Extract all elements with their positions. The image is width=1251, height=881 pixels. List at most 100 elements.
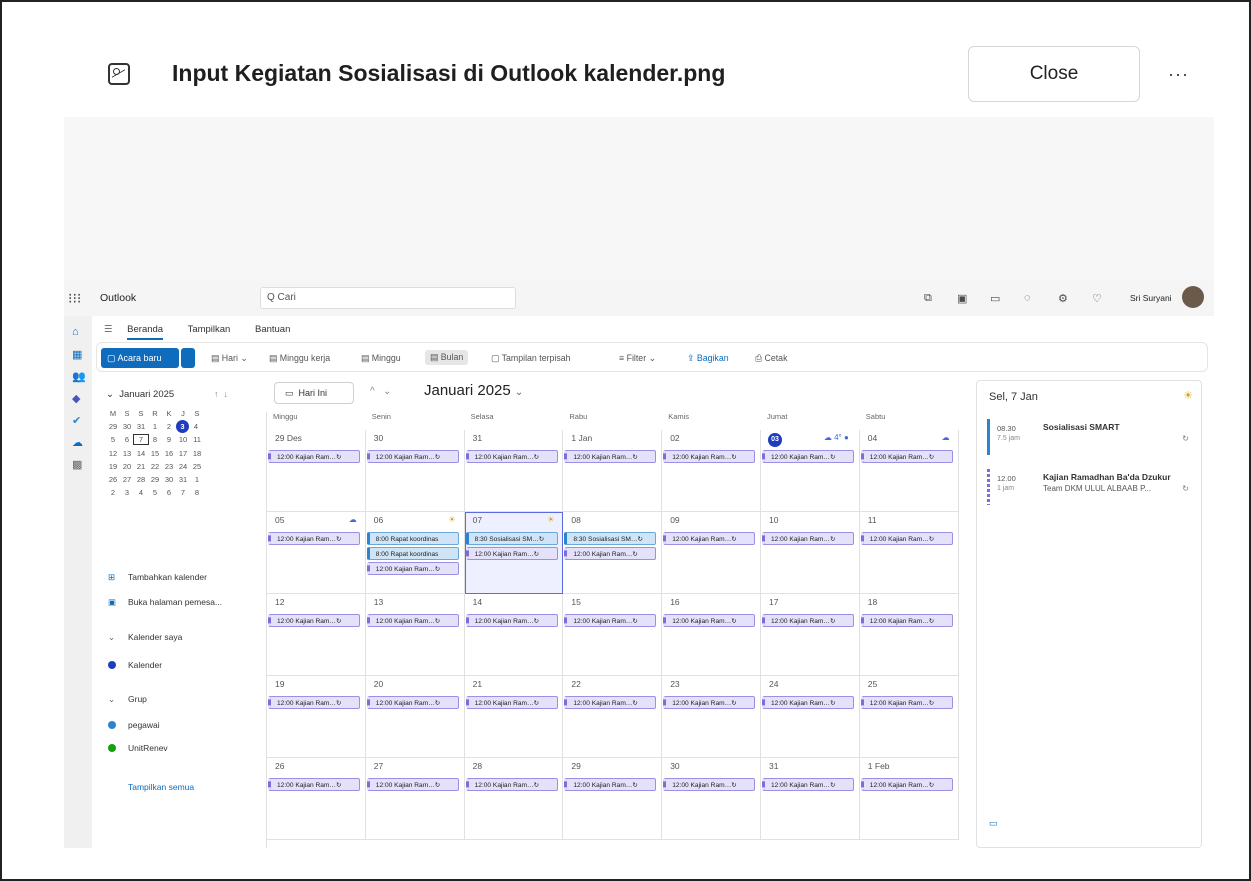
mini-calendar-day[interactable]: 18 bbox=[190, 449, 204, 458]
day-cell[interactable]: 15 12:00 Kajian Ram…↻ bbox=[563, 594, 663, 676]
mini-calendar-day[interactable]: 29 bbox=[106, 422, 120, 431]
calendar-event[interactable]: 12:00 Kajian Ram…↻ bbox=[366, 696, 459, 709]
calendar-item-kalender[interactable]: Kalender bbox=[108, 660, 162, 670]
calendar-event[interactable]: 12:00 Kajian Ram…↻ bbox=[663, 614, 756, 627]
calendar-icon[interactable]: ▦ bbox=[72, 348, 82, 361]
day-cell[interactable]: 03 ☁ 4° ● 12:00 Kajian Ram…↻ bbox=[761, 430, 860, 512]
workweek-view-button[interactable]: ▤ Minggu kerja bbox=[269, 353, 330, 364]
day-cell[interactable]: 09 12:00 Kajian Ram…↻ bbox=[662, 512, 761, 594]
menu-icon[interactable]: ☰ bbox=[104, 324, 113, 335]
mini-calendar-day[interactable]: 13 bbox=[120, 449, 134, 458]
calendar-event[interactable]: 8:30 Sosialisasi SM…↻ bbox=[465, 532, 558, 545]
calendar-event[interactable]: 12:00 Kajian Ram…↻ bbox=[465, 696, 558, 709]
calendar-event[interactable]: 12:00 Kajian Ram…↻ bbox=[465, 778, 558, 791]
mini-calendar-day[interactable]: 28 bbox=[134, 475, 148, 484]
day-cell[interactable]: 18 12:00 Kajian Ram…↻ bbox=[859, 594, 959, 676]
mini-calendar-day[interactable]: 30 bbox=[162, 475, 176, 484]
calendar-event[interactable]: 12:00 Kajian Ram…↻ bbox=[268, 450, 360, 463]
day-cell[interactable]: 23 12:00 Kajian Ram…↻ bbox=[662, 676, 761, 758]
day-cell[interactable]: 20 12:00 Kajian Ram…↻ bbox=[365, 676, 465, 758]
calendar-event[interactable]: 12:00 Kajian Ram…↻ bbox=[762, 614, 854, 627]
share-button[interactable]: ⇪ Bagikan bbox=[687, 353, 729, 364]
mini-calendar-day[interactable]: 5 bbox=[148, 488, 162, 497]
calendar-event[interactable]: 12:00 Kajian Ram…↻ bbox=[762, 696, 854, 709]
calendar-event[interactable]: 12:00 Kajian Ram…↻ bbox=[465, 450, 558, 463]
mini-calendar-day[interactable]: 24 bbox=[176, 462, 190, 471]
day-cell[interactable]: 14 12:00 Kajian Ram…↻ bbox=[464, 594, 564, 676]
filter-button[interactable]: ≡ Filter ⌄ bbox=[619, 353, 656, 364]
calendar-event[interactable]: 12:00 Kajian Ram…↻ bbox=[663, 532, 756, 545]
day-cell[interactable]: 17 12:00 Kajian Ram…↻ bbox=[761, 594, 860, 676]
day-cell[interactable]: 05 ☁ 12:00 Kajian Ram…↻ bbox=[267, 512, 366, 594]
print-button[interactable]: ⎙ Cetak bbox=[755, 353, 787, 364]
mini-calendar-day[interactable]: 2 bbox=[106, 488, 120, 497]
calendar-event[interactable]: 8:00 Rapat koordinas bbox=[366, 532, 459, 545]
tab-tampilkan[interactable]: Tampilkan bbox=[188, 324, 231, 335]
settings-icon[interactable]: ⚙ bbox=[1058, 292, 1068, 305]
day-view-button[interactable]: ▤ Hari ⌄ bbox=[211, 353, 248, 364]
mini-calendar-day[interactable]: 26 bbox=[106, 475, 120, 484]
mini-calendar-day[interactable]: 15 bbox=[148, 449, 162, 458]
day-cell[interactable]: 06 ☀ 8:00 Rapat koordinas 8:00 Rapat koordi… bbox=[365, 512, 465, 594]
mini-calendar-day[interactable]: 21 bbox=[134, 462, 148, 471]
people-icon[interactable]: 👥 bbox=[72, 370, 86, 383]
calendar-event[interactable]: 12:00 Kajian Ram…↻ bbox=[860, 532, 953, 545]
calendar-event[interactable]: 12:00 Kajian Ram…↻ bbox=[663, 696, 756, 709]
mini-calendar-day[interactable]: 3 bbox=[120, 488, 134, 497]
calendar-event[interactable]: 12:00 Kajian Ram…↻ bbox=[860, 614, 953, 627]
day-cell[interactable]: 25 12:00 Kajian Ram…↻ bbox=[859, 676, 959, 758]
calendar-event[interactable]: 8:30 Sosialisasi SM…↻ bbox=[564, 532, 657, 545]
search-input[interactable]: Q Cari bbox=[260, 287, 516, 309]
day-cell[interactable]: 04 ☁ 12:00 Kajian Ram…↻ bbox=[859, 430, 959, 512]
day-cell[interactable]: 16 12:00 Kajian Ram…↻ bbox=[662, 594, 761, 676]
mini-calendar-day[interactable]: 2 bbox=[162, 422, 176, 431]
group-header[interactable]: ⌄ Grup bbox=[108, 694, 147, 705]
mini-calendar-day[interactable]: 20 bbox=[120, 462, 134, 471]
calendar-event[interactable]: 12:00 Kajian Ram…↻ bbox=[762, 532, 854, 545]
more-options-icon[interactable]: ··· bbox=[1168, 64, 1189, 85]
calendar-event[interactable]: 12:00 Kajian Ram…↻ bbox=[366, 778, 459, 791]
calendar-event[interactable]: 12:00 Kajian Ram…↻ bbox=[762, 778, 854, 791]
onedrive-icon[interactable]: ☁ bbox=[72, 436, 83, 449]
mini-calendar-day[interactable]: 6 bbox=[120, 435, 134, 444]
my-day-icon[interactable]: ▭ bbox=[990, 292, 1000, 305]
mini-calendar-day[interactable]: 23 bbox=[162, 462, 176, 471]
new-event-dropdown[interactable] bbox=[181, 348, 195, 368]
mini-calendar-day[interactable]: 7 bbox=[133, 434, 149, 446]
day-cell[interactable]: 31 12:00 Kajian Ram…↻ bbox=[761, 758, 860, 840]
week-view-button[interactable]: ▤ Minggu bbox=[361, 353, 401, 364]
month-view-button[interactable]: ▤ Bulan bbox=[425, 350, 469, 365]
calendar-event[interactable]: 12:00 Kajian Ram…↻ bbox=[860, 450, 953, 463]
calendar-nav-arrows[interactable]: ^ ⌄ bbox=[370, 386, 391, 397]
agenda-item[interactable]: 12.00 1 jam Kajian Ramadhan Ba'da Dzukur… bbox=[987, 469, 1191, 507]
day-cell[interactable]: 1 Feb 12:00 Kajian Ram…↻ bbox=[859, 758, 959, 840]
day-cell[interactable]: 22 12:00 Kajian Ram…↻ bbox=[563, 676, 663, 758]
day-cell[interactable]: 10 12:00 Kajian Ram…↻ bbox=[761, 512, 860, 594]
avatar[interactable] bbox=[1182, 286, 1204, 308]
tab-bantuan[interactable]: Bantuan bbox=[255, 324, 290, 335]
tips-icon[interactable]: ♡ bbox=[1092, 292, 1102, 305]
todo-icon[interactable]: ✔ bbox=[72, 414, 81, 427]
today-button[interactable]: ▭ Hari Ini bbox=[274, 382, 354, 404]
calendar-event[interactable]: 12:00 Kajian Ram…↻ bbox=[860, 778, 953, 791]
day-cell[interactable]: 19 12:00 Kajian Ram…↻ bbox=[267, 676, 366, 758]
calendar-event[interactable]: 12:00 Kajian Ram…↻ bbox=[366, 562, 459, 575]
day-cell[interactable]: 07 ☀ 8:30 Sosialisasi SM…↻ 12:00 Kajian Ram… bbox=[464, 512, 564, 594]
mini-calendar-day[interactable]: 1 bbox=[190, 475, 204, 484]
calendar-event[interactable]: 12:00 Kajian Ram…↻ bbox=[268, 778, 360, 791]
mini-calendar-day[interactable]: 11 bbox=[190, 435, 204, 444]
groups-icon[interactable]: ◆ bbox=[72, 392, 80, 405]
calendar-event[interactable]: 12:00 Kajian Ram…↻ bbox=[465, 547, 558, 560]
calendar-event[interactable]: 12:00 Kajian Ram…↻ bbox=[663, 778, 756, 791]
calendar-event[interactable]: 8:00 Rapat koordinas bbox=[366, 547, 459, 560]
calendar-event[interactable]: 12:00 Kajian Ram…↻ bbox=[564, 614, 657, 627]
day-cell[interactable]: 30 12:00 Kajian Ram…↻ bbox=[662, 758, 761, 840]
day-cell[interactable]: 26 12:00 Kajian Ram…↻ bbox=[267, 758, 366, 840]
mini-calendar-day[interactable]: 1 bbox=[148, 422, 162, 431]
booking-page-link[interactable]: ▣ Buka halaman pemesa... bbox=[108, 597, 222, 608]
teams-icon[interactable]: ▣ bbox=[957, 292, 967, 305]
day-cell[interactable]: 24 12:00 Kajian Ram…↻ bbox=[761, 676, 860, 758]
meet-now-icon[interactable]: ⧉ bbox=[924, 292, 932, 305]
mini-calendar-day[interactable]: 25 bbox=[190, 462, 204, 471]
day-cell[interactable]: 28 12:00 Kajian Ram…↻ bbox=[464, 758, 564, 840]
